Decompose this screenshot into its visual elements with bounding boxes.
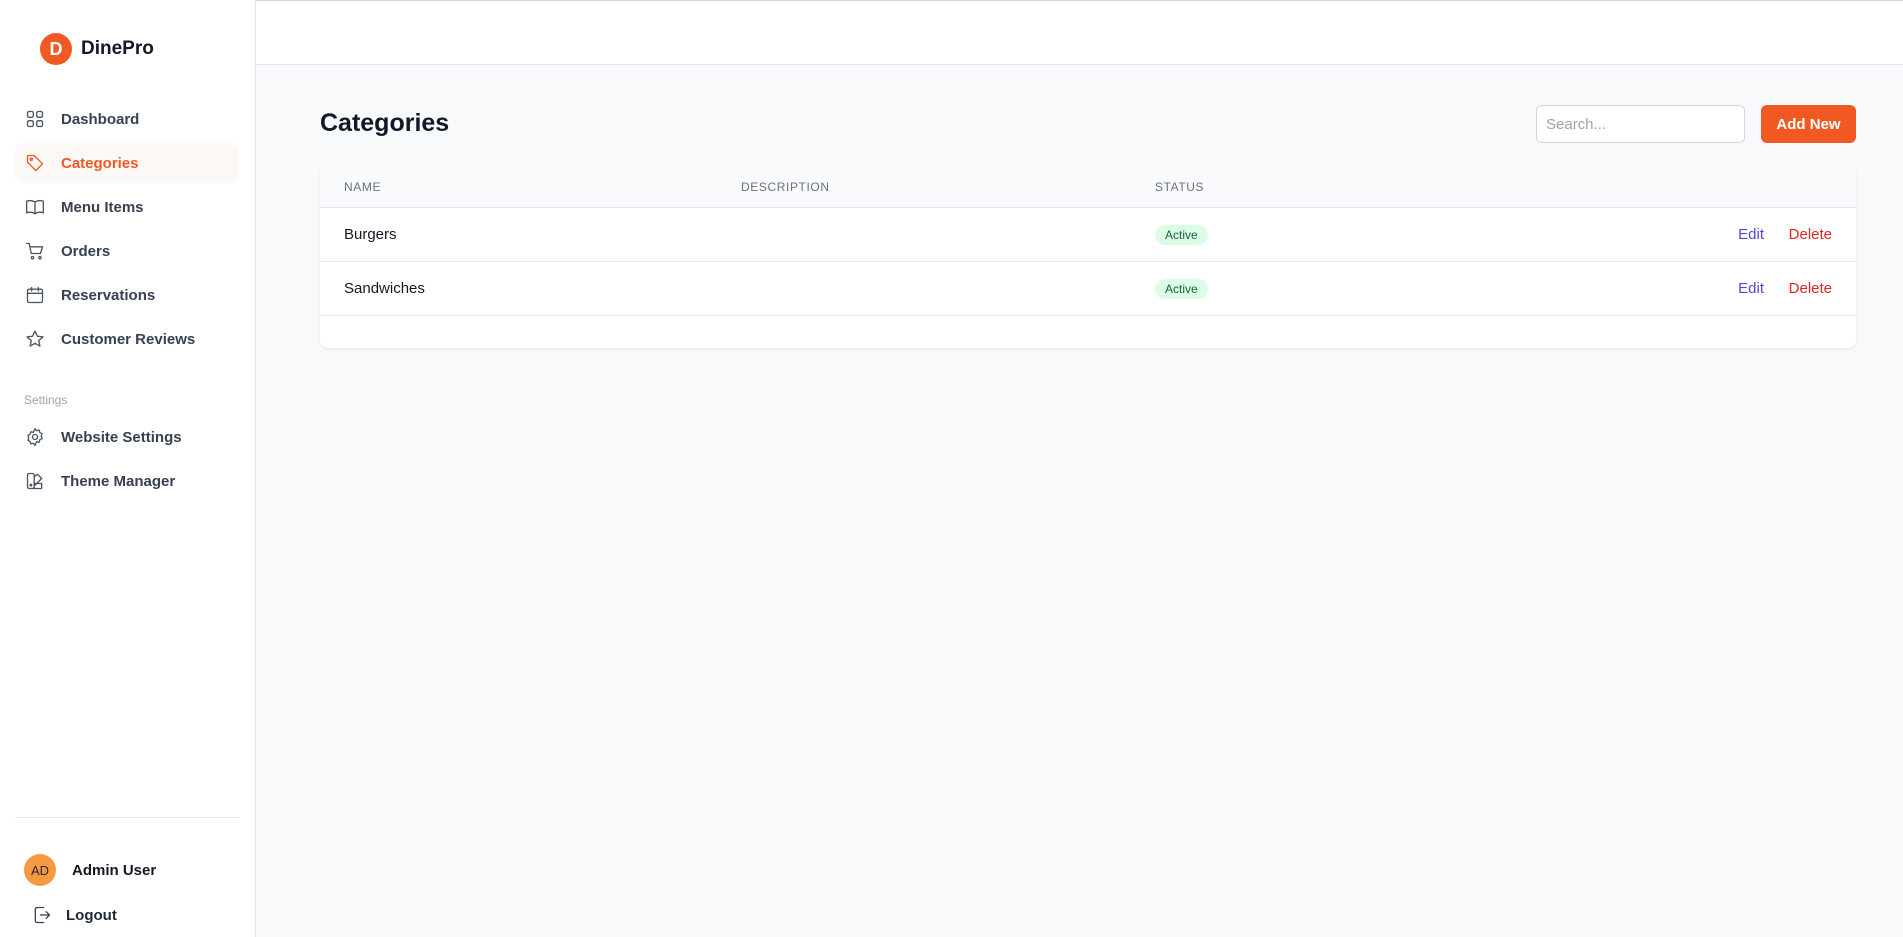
nav-section-settings: Settings [24, 393, 68, 407]
sidebar-item-label: Customer Reviews [61, 330, 196, 348]
logout-icon [34, 906, 51, 924]
brand-name: DinePro [81, 38, 154, 59]
sidebar-item-orders[interactable]: Orders [15, 231, 239, 271]
user-name: Admin User [72, 861, 157, 879]
sidebar-item-label: Menu Items [61, 198, 144, 216]
sidebar-item-reservations[interactable]: Reservations [15, 275, 239, 315]
status-badge: Active [1155, 225, 1208, 245]
sidebar: D DinePro Dashboard Categories Menu Item… [0, 0, 256, 937]
palette-icon [24, 470, 46, 492]
table-header: Name Description Status [320, 167, 1856, 208]
sidebar-item-dashboard[interactable]: Dashboard [15, 99, 239, 139]
sidebar-item-label: Orders [61, 242, 111, 260]
delete-link[interactable]: Delete [1789, 226, 1832, 243]
sidebar-divider [15, 817, 239, 818]
search-input[interactable] [1536, 105, 1745, 143]
user-profile[interactable]: AD Admin User [24, 854, 156, 886]
star-icon [24, 328, 46, 350]
calendar-icon [24, 284, 46, 306]
brand-logo: D [40, 33, 72, 65]
column-header-status[interactable]: Status [1155, 180, 1204, 194]
avatar: AD [24, 854, 56, 886]
grid-icon [24, 108, 46, 130]
sidebar-item-label: Reservations [61, 286, 156, 304]
sidebar-item-categories[interactable]: Categories [15, 143, 239, 183]
table-row: Burgers Active Edit Delete [320, 208, 1856, 262]
page-title: Categories [320, 109, 450, 137]
brand[interactable]: D DinePro [40, 33, 154, 65]
sidebar-item-website-settings[interactable]: Website Settings [15, 417, 239, 457]
category-name: Sandwiches [344, 280, 425, 297]
column-header-description[interactable]: Description [741, 180, 830, 194]
sidebar-item-customer-reviews[interactable]: Customer Reviews [15, 319, 239, 359]
edit-link[interactable]: Edit [1738, 226, 1764, 243]
logout-button[interactable]: Logout [32, 905, 117, 925]
category-name: Burgers [344, 226, 397, 243]
settings-nav: Website Settings Theme Manager [15, 417, 239, 505]
cart-icon [24, 240, 46, 262]
tag-icon [24, 152, 46, 174]
table-row: Sandwiches Active Edit Delete [320, 262, 1856, 316]
logout-label: Logout [66, 906, 117, 924]
sidebar-item-label: Dashboard [61, 110, 140, 128]
sidebar-item-label: Categories [61, 154, 139, 172]
gear-icon [24, 426, 46, 448]
top-bar [256, 0, 1903, 65]
add-new-button[interactable]: Add New [1761, 105, 1856, 143]
column-header-name[interactable]: Name [344, 180, 381, 194]
edit-link[interactable]: Edit [1738, 280, 1764, 297]
book-icon [24, 196, 46, 218]
status-badge: Active [1155, 279, 1208, 299]
sidebar-item-label: Website Settings [61, 428, 182, 446]
sidebar-item-menu-items[interactable]: Menu Items [15, 187, 239, 227]
sidebar-item-theme-manager[interactable]: Theme Manager [15, 461, 239, 501]
sidebar-item-label: Theme Manager [61, 472, 176, 490]
delete-link[interactable]: Delete [1789, 280, 1832, 297]
categories-table: Name Description Status Burgers Active E… [320, 167, 1856, 348]
sidebar-nav: Dashboard Categories Menu Items Orders R… [15, 99, 239, 363]
